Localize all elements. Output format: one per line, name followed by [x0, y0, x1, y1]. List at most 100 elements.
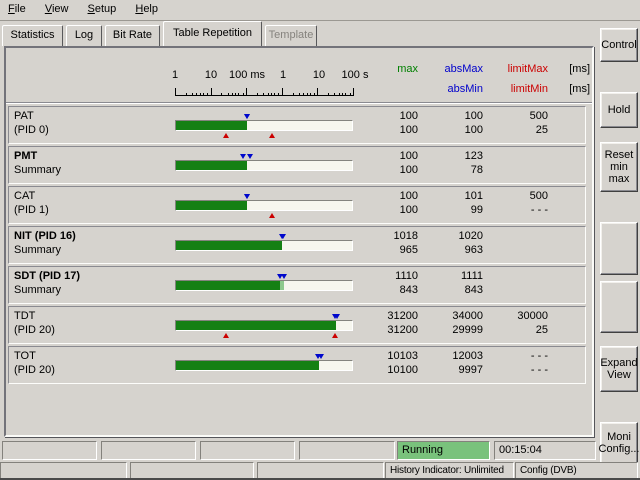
col-header-unit: [ms]: [553, 83, 590, 95]
limitmax-marker: [269, 213, 275, 218]
value-max: 1110: [358, 270, 418, 282]
value-limitmax: 500: [488, 190, 548, 202]
hold-button[interactable]: Hold: [600, 92, 638, 128]
table-row: NIT (PID 16) Summary 1018 1020 965 963: [8, 226, 586, 264]
table-row: TDT (PID 20) 31200 34000 30000 31200 299…: [8, 306, 586, 344]
value-limitmax: - - -: [488, 350, 548, 362]
menu-file[interactable]: File: [0, 0, 34, 20]
value-absmin: 78: [423, 164, 483, 176]
menu-setup[interactable]: Setup: [80, 0, 125, 20]
history-indicator-field: History Indicator: Unlimited: [385, 462, 514, 479]
elapsed-time-field: 00:15:04: [494, 441, 596, 460]
col-header-absmax: absMax: [423, 63, 483, 75]
value-max: 100: [358, 110, 418, 122]
value-min: 100: [358, 124, 418, 136]
absmax-marker: [280, 234, 286, 239]
row-subtitle: (PID 1): [14, 204, 49, 216]
value-max: 100: [358, 190, 418, 202]
tab-bar: Statistics Log Bit Rate Table Repetition…: [2, 21, 594, 46]
absmax-marker: [244, 194, 250, 199]
repetition-bar-fill: [176, 361, 319, 370]
row-subtitle: Summary: [14, 284, 61, 296]
value-max: 31200: [358, 310, 418, 322]
absmax-marker: [334, 314, 340, 319]
tab-template: Template: [265, 25, 317, 46]
col-header-unit: [ms]: [553, 63, 590, 75]
table-row: SDT (PID 17) Summary 1110 1111 843 843: [8, 266, 586, 304]
row-name: PAT: [14, 110, 34, 122]
reset-min-max-button[interactable]: Reset min max: [600, 142, 638, 192]
repetition-bar-fill: [176, 281, 280, 290]
limitmin-marker: [223, 133, 229, 138]
repetition-bar-trough: [175, 320, 353, 331]
absmax-marker: [281, 274, 287, 279]
blank-softkey-button[interactable]: [600, 222, 638, 275]
value-min: 100: [358, 204, 418, 216]
absmax-marker: [247, 154, 253, 159]
value-absmin: 100: [423, 124, 483, 136]
limitmax-marker: [269, 133, 275, 138]
menu-view[interactable]: View: [37, 0, 77, 20]
value-absmax: 12003: [423, 350, 483, 362]
expand-view-button[interactable]: Expand View: [600, 346, 638, 392]
menu-bar: File View Setup Help: [0, 0, 640, 21]
row-subtitle: (PID 20): [14, 324, 55, 336]
row-name: NIT (PID 16): [14, 230, 76, 242]
value-absmax: 34000: [423, 310, 483, 322]
row-subtitle: (PID 20): [14, 364, 55, 376]
app-window: { "menu": { "items": [ { "accel": "F", "…: [0, 0, 640, 480]
repetition-bar-trough: [175, 160, 353, 171]
status-field-empty: [299, 441, 395, 460]
value-limitmin: 25: [488, 124, 548, 136]
row-name: TDT: [14, 310, 35, 322]
control-button[interactable]: Control: [600, 28, 638, 62]
tab-statistics[interactable]: Statistics: [2, 25, 63, 46]
value-max: 100: [358, 150, 418, 162]
repetition-bar-trough: [175, 120, 353, 131]
footer-field-empty: [257, 462, 384, 479]
row-name: TOT: [14, 350, 36, 362]
value-min: 10100: [358, 364, 418, 376]
value-limitmax: 500: [488, 110, 548, 122]
value-min: 31200: [358, 324, 418, 336]
blank-softkey-button[interactable]: [600, 281, 638, 333]
table-row: PAT (PID 0) 100 100 500 100 100 25: [8, 106, 586, 144]
config-field: Config (DVB): [515, 462, 638, 479]
value-absmax: 100: [423, 110, 483, 122]
value-absmax: 101: [423, 190, 483, 202]
repetition-bar-fill: [176, 121, 247, 130]
tab-log[interactable]: Log: [66, 25, 102, 46]
tab-bit-rate[interactable]: Bit Rate: [105, 25, 160, 46]
value-limitmin: 25: [488, 324, 548, 336]
repetition-bar-fill: [176, 241, 282, 250]
absmax-marker: [318, 354, 324, 359]
repetition-bar-fill: [176, 201, 247, 210]
log-scale-ruler: [173, 85, 357, 97]
moni-config-button[interactable]: Moni Config...: [600, 422, 638, 464]
absmax-marker: [244, 114, 250, 119]
row-name: PMT: [14, 150, 37, 162]
value-max: 1018: [358, 230, 418, 242]
limitmax-marker: [332, 333, 338, 338]
table-row: TOT (PID 20) 10103 12003 - - - 10100 999…: [8, 346, 586, 384]
value-absmin: 9997: [423, 364, 483, 376]
status-field-empty: [200, 441, 295, 460]
repetition-bar-trough: [175, 360, 353, 371]
value-limitmin: - - -: [488, 204, 548, 216]
table-rows: PAT (PID 0) 100 100 500 100 100 25 PMT S…: [8, 106, 590, 386]
value-absmax: 123: [423, 150, 483, 162]
row-subtitle: Summary: [14, 244, 61, 256]
menu-help[interactable]: Help: [127, 0, 166, 20]
repetition-bar-minmax-tip: [280, 281, 284, 290]
col-header-max: max: [358, 63, 418, 75]
table-repetition-panel: 1 10 100 ms 1 10 100 s max absMax limitM…: [4, 46, 594, 437]
status-field-empty: [2, 441, 97, 460]
value-absmin: 99: [423, 204, 483, 216]
repetition-bar-trough: [175, 200, 353, 211]
value-min: 843: [358, 284, 418, 296]
value-absmin: 963: [423, 244, 483, 256]
footer-field-empty: [130, 462, 254, 479]
value-limitmin: - - -: [488, 364, 548, 376]
tab-table-repetition[interactable]: Table Repetition: [163, 21, 262, 46]
absmin-marker: [240, 154, 246, 159]
